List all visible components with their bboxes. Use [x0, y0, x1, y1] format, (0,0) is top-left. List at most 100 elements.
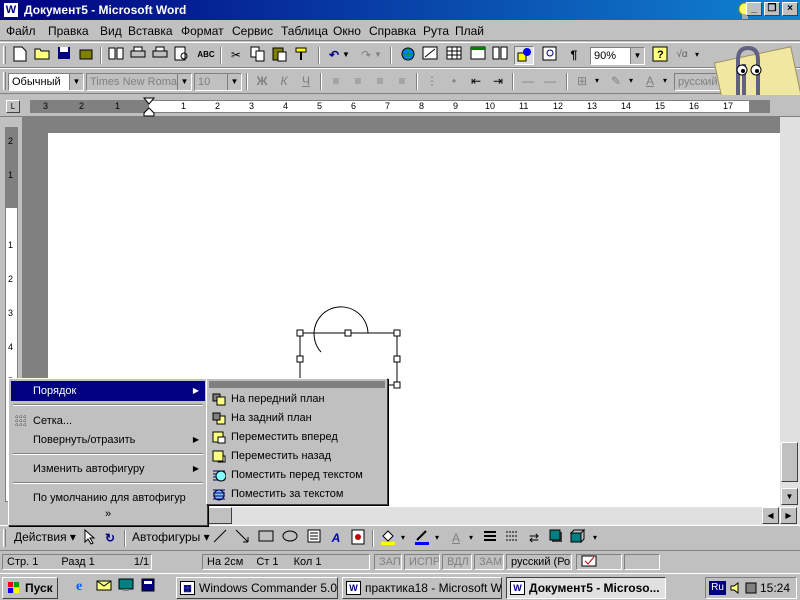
3d-icon[interactable] — [568, 528, 588, 548]
start-button[interactable]: Пуск — [2, 577, 58, 599]
style-select[interactable]: Обычный ▼ — [8, 73, 84, 91]
print-icon[interactable] — [128, 46, 148, 65]
toolbar-more-icon[interactable]: ▾ — [590, 529, 600, 548]
font-select[interactable]: Times New Roman ▼ — [86, 73, 192, 91]
menu-tools[interactable]: Сервис — [232, 24, 273, 38]
channels-icon[interactable] — [138, 577, 158, 596]
increase-indent-icon[interactable]: ⇥ — [488, 72, 508, 91]
fill-color-dropdown-icon[interactable]: ▾ — [398, 529, 408, 548]
underline-button[interactable]: Ч — [296, 72, 316, 91]
outlook-express-icon[interactable] — [94, 577, 114, 596]
permission-icon[interactable] — [76, 46, 96, 65]
bold-button[interactable]: Ж — [252, 72, 272, 91]
task-windows-commander[interactable]: ▦ Windows Commander 5.0 — [176, 577, 338, 599]
chevron-down-icon[interactable]: ▼ — [69, 74, 83, 90]
scroll-thumb[interactable] — [781, 442, 798, 482]
menu-item-rotate-flip[interactable]: Повернуть/отразить ▶ — [11, 430, 205, 450]
tables-borders-icon[interactable] — [420, 46, 440, 65]
toolbar-grip[interactable] — [3, 529, 6, 547]
decrease-indent-icon[interactable]: ⇤ — [466, 72, 486, 91]
spelling-icon[interactable]: ABC — [196, 46, 216, 65]
shadow-icon[interactable] — [546, 529, 566, 548]
line-color-icon[interactable] — [412, 529, 432, 548]
dash-style-icon[interactable] — [502, 529, 522, 548]
line-style-icon[interactable] — [480, 529, 500, 548]
select-objects-icon[interactable] — [80, 528, 100, 548]
menu-item-bring-to-front[interactable]: На передний план — [209, 390, 385, 409]
horizontal-ruler[interactable]: L 3 2 1 1 2 3 4 5 6 7 8 9 10 11 12 13 14… — [0, 95, 800, 117]
status-ext[interactable]: ВДЛ — [442, 554, 472, 570]
status-trk[interactable]: ИСПР — [404, 554, 440, 570]
internet-explorer-icon[interactable]: e — [72, 577, 92, 596]
arrow-tool-icon[interactable] — [232, 529, 252, 548]
clock[interactable]: 15:24 — [760, 581, 790, 595]
font-color-icon[interactable]: A — [640, 72, 660, 91]
toolbar-grip[interactable] — [3, 46, 6, 64]
menu-view[interactable]: Вид — [100, 24, 122, 38]
book-icon[interactable] — [106, 46, 126, 65]
actions-menu-button[interactable]: Действия ▾ — [14, 530, 76, 544]
equation-icon[interactable]: √α — [672, 46, 692, 65]
menu-table[interactable]: Таблица — [281, 24, 328, 38]
status-rec[interactable]: ЗАП — [374, 554, 402, 570]
menu-play[interactable]: Плай — [455, 24, 484, 38]
word-app-icon[interactable]: W — [3, 2, 19, 18]
scroll-down-icon[interactable]: ▼ — [781, 488, 798, 505]
line-color-dropdown-icon[interactable]: ▾ — [432, 529, 442, 548]
font-color-icon[interactable]: A — [446, 529, 466, 548]
hyperlink-globe-icon[interactable] — [398, 46, 418, 65]
columns-icon[interactable] — [490, 46, 510, 65]
line-tool-icon[interactable] — [210, 529, 230, 548]
free-rotate-icon[interactable]: ↻ — [100, 529, 120, 548]
justify-icon[interactable]: ≡ — [392, 72, 412, 91]
status-ovr[interactable]: ЗАМ — [474, 554, 504, 570]
borders-dropdown-icon[interactable]: ▾ — [592, 72, 602, 91]
help-icon[interactable]: ? — [650, 46, 670, 65]
zoom-select[interactable]: 90% ▼ — [590, 47, 645, 65]
clip-art-icon[interactable] — [348, 529, 368, 548]
wordart-icon[interactable]: A — [326, 529, 346, 548]
copy-icon[interactable] — [248, 46, 268, 65]
tab-selector[interactable]: L — [6, 100, 20, 113]
document-map-icon[interactable] — [540, 46, 560, 65]
restore-button[interactable]: ❐ — [764, 2, 780, 16]
tray-app-icon[interactable] — [744, 581, 758, 595]
fill-color-icon[interactable] — [378, 529, 398, 548]
menu-format[interactable]: Формат — [181, 24, 224, 38]
align-left-icon[interactable]: ≡ — [326, 72, 346, 91]
show-desktop-icon[interactable] — [116, 577, 136, 596]
font-color-dropdown-icon[interactable]: ▾ — [466, 529, 476, 548]
insert-table-icon[interactable] — [444, 46, 464, 65]
open-folder-icon[interactable] — [32, 46, 52, 65]
text-box-icon[interactable] — [304, 529, 324, 548]
menu-item-send-to-back[interactable]: На задний план — [209, 409, 385, 428]
borders-icon[interactable]: ⊞ — [572, 72, 592, 91]
menu-item-grid[interactable]: Сетка... — [11, 411, 205, 431]
align-center-icon[interactable]: ≡ — [348, 72, 368, 91]
menu-item-send-behind-text[interactable]: Поместить за текстом — [209, 485, 385, 504]
oval-tool-icon[interactable] — [280, 529, 300, 548]
menu-item-send-backward[interactable]: Переместить назад — [209, 447, 385, 466]
toolbar-grip[interactable] — [3, 72, 6, 90]
print-preview-icon[interactable] — [150, 46, 170, 65]
numbering-icon[interactable]: ⋮ — [422, 72, 442, 91]
line-icon[interactable]: — — [540, 72, 560, 91]
menu-window[interactable]: Окно — [333, 24, 361, 38]
scroll-left-icon[interactable]: ◀ — [762, 507, 779, 524]
menu-item-set-default[interactable]: По умолчанию для автофигур — [11, 488, 205, 508]
language-indicator[interactable]: Ru — [709, 581, 726, 595]
autoshapes-menu-button[interactable]: Автофигуры ▾ — [132, 530, 210, 544]
horizontal-scrollbar[interactable]: ◀ ▶ — [200, 507, 800, 525]
align-right-icon[interactable]: ≡ — [370, 72, 390, 91]
show-formatting-icon[interactable]: ¶ — [564, 46, 584, 65]
format-painter-icon[interactable] — [292, 46, 312, 65]
menu-item-bring-in-front-of-text[interactable]: Поместить перед текстом — [209, 466, 385, 485]
undo-dropdown-icon[interactable]: ▼ — [340, 46, 352, 65]
highlight-icon[interactable]: ✎ — [606, 72, 626, 91]
save-icon[interactable] — [54, 46, 74, 65]
menu-edit[interactable]: Правка — [48, 24, 89, 38]
menu-ruta[interactable]: Рута — [423, 24, 449, 38]
submenu-drag-bar[interactable] — [209, 381, 385, 388]
close-button[interactable]: × — [782, 2, 798, 16]
menu-expand-chevron-icon[interactable]: » — [11, 507, 205, 523]
